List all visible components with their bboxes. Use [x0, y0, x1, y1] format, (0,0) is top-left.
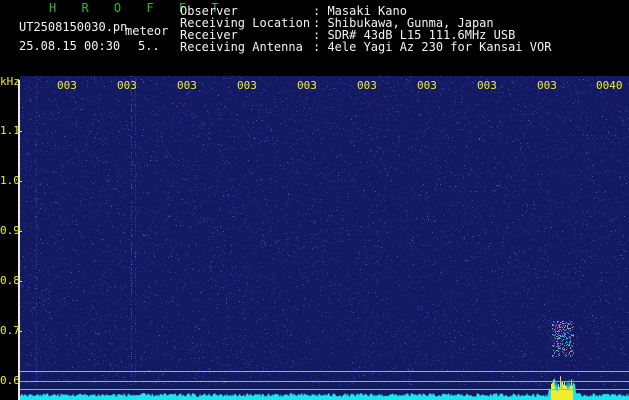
- header-panel: H R O F F T UT2508150030.pn meteor 25.08…: [0, 0, 629, 76]
- spectrogram-noise: [20, 76, 629, 400]
- plot-divider-line: [20, 381, 629, 382]
- x-tick-label: 003: [297, 79, 317, 92]
- x-tick-label: 003: [357, 79, 377, 92]
- info-label-antenna: Receiving Antenna: [180, 40, 303, 54]
- x-tick-label: 003: [57, 79, 77, 92]
- plot-divider-line: [20, 389, 629, 390]
- spectrogram-plot[interactable]: [20, 76, 629, 400]
- x-tick-label: 003: [117, 79, 137, 92]
- y-tick-label-0.7: 0.7: [0, 324, 20, 337]
- y-tick-label-1.1: 1.1: [0, 124, 20, 137]
- y-tick-mark: [18, 131, 22, 132]
- y-tick-mark: [18, 331, 22, 332]
- y-tick-label-0.8: 0.8: [0, 274, 20, 287]
- y-tick-mark: [18, 181, 22, 182]
- x-tick-label: 003: [417, 79, 437, 92]
- x-tick-label: 0040: [596, 79, 623, 92]
- count-label: 5..: [138, 39, 160, 53]
- y-tick-label-1.0: 1.0: [0, 174, 20, 187]
- x-tick-label: 003: [177, 79, 197, 92]
- y-tick-label-0.6: 0.6: [0, 374, 20, 387]
- info-value-antenna: : 4ele Yagi Az 230 for Kansai VOR: [313, 40, 552, 54]
- y-tick-mark: [18, 281, 22, 282]
- x-tick-label: 003: [237, 79, 257, 92]
- y-tick-mark: [18, 231, 22, 232]
- event-tag: meteor: [125, 24, 169, 38]
- x-tick-label: 003: [537, 79, 557, 92]
- x-tick-label: 003: [477, 79, 497, 92]
- filename-label: UT2508150030.pn: [19, 20, 128, 34]
- plot-divider-line: [20, 371, 629, 372]
- y-tick-label-0.9: 0.9: [0, 224, 20, 237]
- y-unit-label: kHz: [0, 75, 20, 88]
- date-time-label: 25.08.15 00:30: [19, 39, 121, 53]
